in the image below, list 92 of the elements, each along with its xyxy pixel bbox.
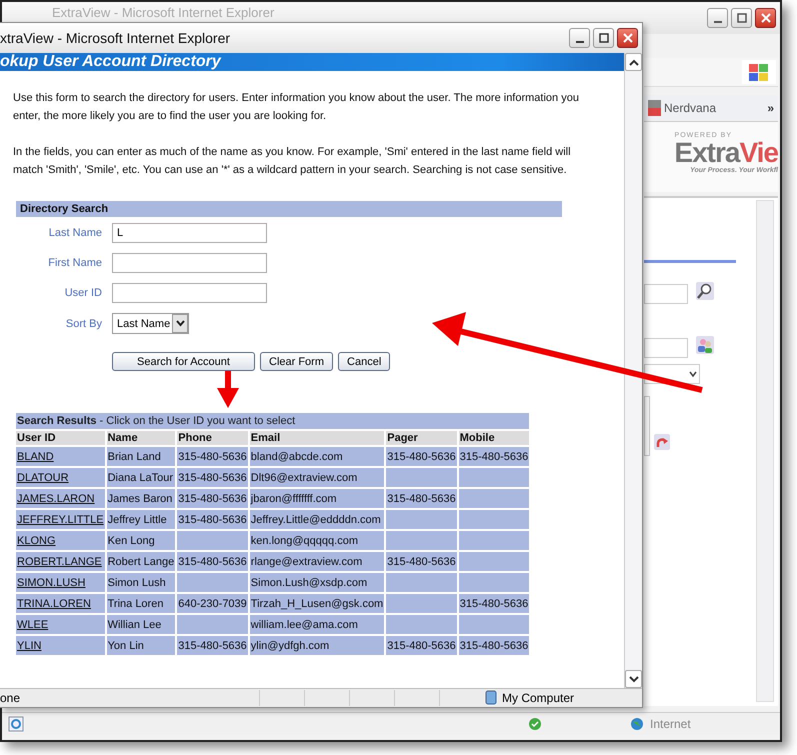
table-cell: Jeffrey Little bbox=[106, 510, 176, 529]
column-header: Phone bbox=[177, 431, 248, 445]
close-icon bbox=[622, 33, 632, 43]
status-text: one bbox=[0, 691, 22, 705]
sort-dropdown[interactable]: Last Name bbox=[112, 313, 189, 334]
window-title: xtraView - Microsoft Internet Explorer bbox=[0, 30, 230, 46]
field-label: First Name bbox=[47, 257, 102, 269]
table-cell: 315-480-5636 bbox=[177, 468, 248, 487]
input-field[interactable]: L bbox=[112, 223, 267, 243]
chevron-button[interactable]: » bbox=[767, 101, 778, 115]
table-cell: 315-480-5636 bbox=[386, 489, 457, 508]
table-cell: bland@abcde.com bbox=[250, 447, 384, 466]
table-cell: Simon.Lush@xsdp.com bbox=[250, 573, 384, 592]
field-label: Sort By bbox=[64, 318, 102, 330]
search-icon[interactable] bbox=[696, 282, 714, 300]
table-cell: Ken Long bbox=[106, 531, 176, 550]
input-field[interactable] bbox=[644, 338, 688, 358]
close-button[interactable] bbox=[755, 8, 776, 28]
table-cell: Robert Lange bbox=[106, 552, 176, 571]
maximize-icon bbox=[598, 33, 608, 43]
form-button[interactable]: Search for Account bbox=[112, 352, 255, 371]
field-label: Last Name bbox=[48, 227, 102, 239]
minimize-button[interactable] bbox=[707, 8, 728, 28]
link[interactable]: Nerdvana bbox=[664, 101, 764, 115]
table-cell: Brian Land bbox=[106, 447, 176, 466]
minimize-button[interactable] bbox=[569, 28, 590, 48]
maximize-button[interactable] bbox=[593, 28, 614, 48]
close-icon bbox=[760, 13, 770, 23]
table-cell: ken.long@qqqqq.com bbox=[250, 531, 384, 550]
column-header: User ID bbox=[16, 431, 105, 445]
logo-text: ExtraVie bbox=[674, 139, 778, 167]
table-cell: Willian Lee bbox=[106, 615, 176, 634]
maximize-icon bbox=[736, 13, 746, 23]
minimize-icon bbox=[576, 41, 584, 43]
globe-icon bbox=[630, 717, 644, 731]
people-icon[interactable] bbox=[696, 336, 714, 354]
arrow bbox=[217, 371, 239, 408]
redo-icon[interactable] bbox=[654, 434, 670, 450]
table-cell: 315-480-5636 bbox=[386, 552, 457, 571]
input-field[interactable] bbox=[112, 283, 267, 303]
computer-icon bbox=[484, 690, 498, 706]
table-cell: Tirzah_H_Lusen@gsk.com bbox=[250, 594, 384, 613]
instruction-text: In the fields, you can enter as much of the name as you know. For example, 'Smi' entered in the last name field will match 'Smith', 'Smile', etc. You can use an '*' as a wildcard pattern in your search. Searching is not case sensitive. bbox=[13, 145, 572, 178]
zone-label: Internet bbox=[650, 717, 692, 731]
column-header: Mobile bbox=[458, 431, 530, 445]
window-title: ExtraView - Microsoft Internet Explorer bbox=[51, 4, 274, 20]
table-cell: 315-480-5636 bbox=[177, 510, 248, 529]
section-header: Directory Search bbox=[16, 201, 562, 217]
table-cell: Diana LaTour bbox=[106, 468, 176, 487]
table-cell: 315-480-5636 bbox=[177, 552, 248, 571]
table-cell: Dlt96@extraview.com bbox=[250, 468, 384, 487]
check-icon bbox=[528, 717, 544, 731]
column-header: Email bbox=[250, 431, 384, 445]
page-header: okup User Account Directory bbox=[0, 53, 624, 71]
table-cell: 315-480-5636 bbox=[458, 594, 530, 613]
column-header: Pager bbox=[386, 431, 457, 445]
table-cell: 315-480-5636 bbox=[177, 447, 248, 466]
column-header: Name bbox=[106, 431, 176, 445]
input-field[interactable] bbox=[644, 284, 688, 304]
table-cell: 315-480-5636 bbox=[458, 447, 530, 466]
table-cell: 315-480-5636 bbox=[177, 489, 248, 508]
table-cell: ylin@ydfgh.com bbox=[250, 636, 384, 655]
input-field[interactable] bbox=[112, 253, 267, 273]
table-cell: James Baron bbox=[106, 489, 176, 508]
minimize-icon bbox=[714, 21, 722, 23]
table-cell: william.lee@ama.com bbox=[250, 615, 384, 634]
table-cell: 315-480-5636 bbox=[386, 447, 457, 466]
table-cell: Trina Loren bbox=[106, 594, 176, 613]
zone-label: My Computer bbox=[502, 691, 576, 705]
table-cell: 315-480-5636 bbox=[386, 636, 457, 655]
table-cell: Yon Lin bbox=[106, 636, 176, 655]
table-cell: 315-480-5636 bbox=[458, 636, 530, 655]
text-area[interactable] bbox=[644, 396, 650, 456]
instruction-text: Use this form to search the directory for users. Enter information you know about the user. The more information you enter, the more likely you are to find the user you are looking for. bbox=[13, 91, 580, 124]
table-cell: Simon Lush bbox=[106, 573, 176, 592]
form-button[interactable]: Cancel bbox=[338, 352, 390, 371]
caret-icon bbox=[176, 320, 184, 327]
table-cell: 640-230-7039 bbox=[177, 594, 248, 613]
scroll-down-icon[interactable] bbox=[628, 676, 638, 682]
logo-icon bbox=[648, 100, 661, 116]
scroll-up-icon[interactable] bbox=[628, 58, 638, 66]
table-cell: rlange@extraview.com bbox=[250, 552, 384, 571]
user-id-link[interactable]: YLIN bbox=[17, 640, 42, 652]
close-button[interactable] bbox=[617, 28, 638, 48]
table-cell: 315-480-5636 bbox=[177, 636, 248, 655]
field-label: User ID bbox=[64, 287, 102, 299]
results-header: Search Results - Click on the User ID you want to select bbox=[17, 415, 296, 427]
form-button[interactable]: Clear Form bbox=[260, 352, 334, 371]
maximize-button[interactable] bbox=[731, 8, 752, 28]
table-cell: Jeffrey.Little@eddddn.com bbox=[250, 510, 384, 529]
table-cell: jbaron@fffffff.com bbox=[250, 489, 384, 508]
page-icon bbox=[8, 716, 24, 732]
